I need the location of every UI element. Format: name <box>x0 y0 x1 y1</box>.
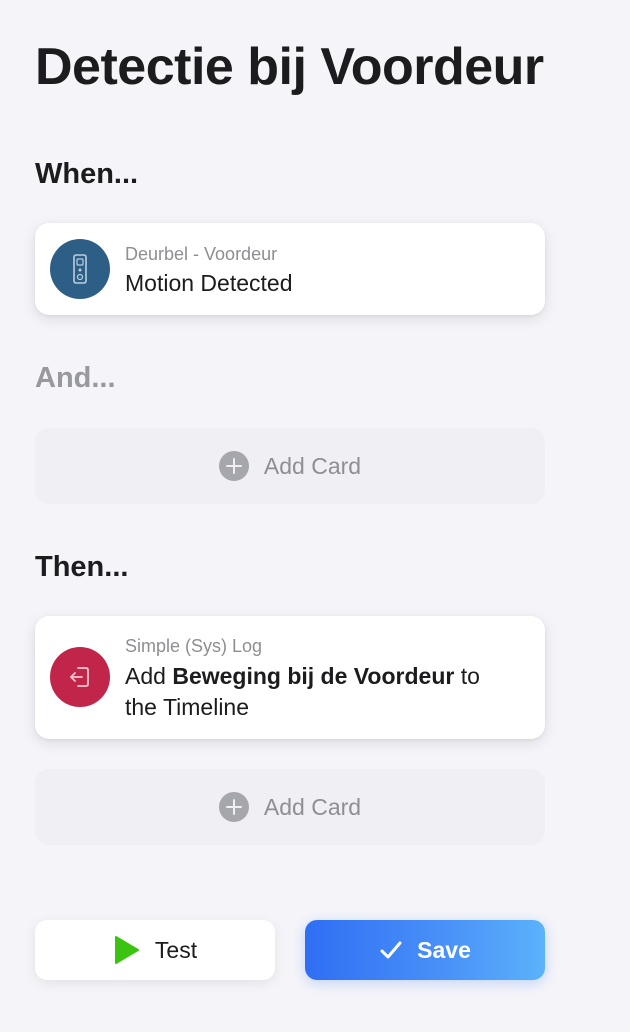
when-trigger-card[interactable]: Deurbel - Voordeur Motion Detected <box>35 223 545 315</box>
action-app-name: Simple (Sys) Log <box>125 636 263 656</box>
add-condition-card-button[interactable]: Add Card <box>35 428 545 504</box>
doorbell-icon <box>50 239 110 299</box>
checkmark-icon <box>379 938 403 962</box>
action-description: Add Beweging bij de Voordeur to the Time… <box>125 661 505 723</box>
then-section-label: Then... <box>35 551 129 583</box>
add-action-card-button[interactable]: Add Card <box>35 769 545 845</box>
page-title: Detectie bij Voordeur <box>35 38 544 96</box>
add-card-label: Add Card <box>263 452 362 479</box>
add-card-label: Add Card <box>263 793 362 820</box>
test-button-label: Test <box>154 936 198 963</box>
action-text-bold: Beweging bij de Voordeur <box>172 663 455 689</box>
trigger-device-name: Deurbel - Voordeur <box>125 244 278 264</box>
save-button[interactable]: Save <box>305 920 545 980</box>
trigger-event-text: Motion Detected <box>125 270 293 296</box>
add-circle-icon <box>218 451 249 481</box>
log-in-icon <box>50 647 110 707</box>
then-action-card[interactable]: Simple (Sys) Log Add Beweging bij de Voo… <box>35 616 545 739</box>
play-icon <box>113 934 141 966</box>
add-circle-icon <box>218 792 249 822</box>
save-button-label: Save <box>417 936 471 963</box>
action-text-prefix: Add <box>125 663 173 689</box>
when-section-label: When... <box>35 158 139 190</box>
and-section-label: And... <box>35 362 116 394</box>
test-button[interactable]: Test <box>35 920 275 980</box>
